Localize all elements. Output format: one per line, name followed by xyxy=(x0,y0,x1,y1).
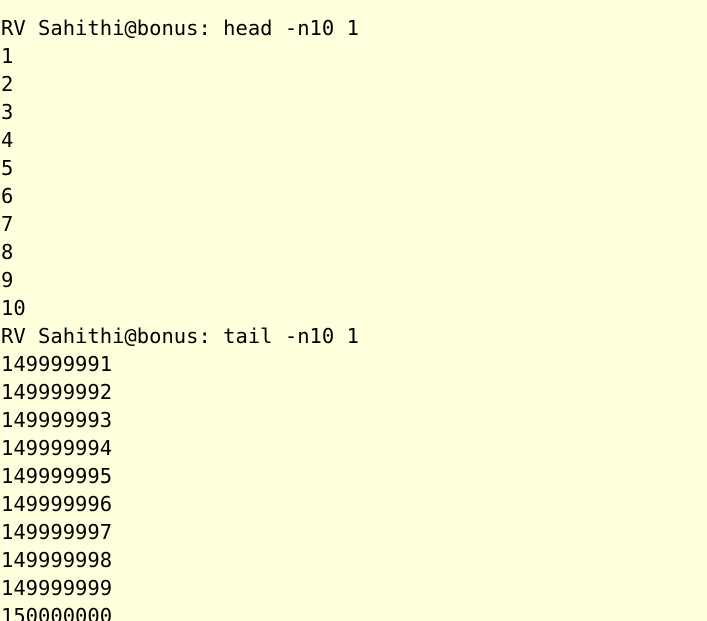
terminal-prompt-command: RV Sahithi@bonus: tail -n10 1 xyxy=(1,324,359,348)
terminal-output-line: 5 xyxy=(1,156,14,180)
terminal-output-line: 150000000 xyxy=(1,604,113,621)
terminal-output-line: 4 xyxy=(1,128,14,152)
terminal-output-line: 3 xyxy=(1,100,14,124)
terminal-output-line: 7 xyxy=(1,212,14,236)
terminal-output-line: 149999991 xyxy=(1,352,113,376)
terminal-output: RV Sahithi@bonus: head -n10 1 1 2 3 4 5 … xyxy=(1,0,359,621)
terminal-output-line: 149999996 xyxy=(1,492,113,516)
terminal-output-line: 149999994 xyxy=(1,436,113,460)
terminal-window[interactable]: RV Sahithi@bonus: head -n10 1 1 2 3 4 5 … xyxy=(0,0,707,621)
terminal-output-line: 2 xyxy=(1,72,14,96)
terminal-output-line: 6 xyxy=(1,184,14,208)
terminal-output-line: 8 xyxy=(1,240,14,264)
terminal-output-line: 9 xyxy=(1,268,14,292)
terminal-output-line: 149999997 xyxy=(1,520,113,544)
terminal-output-line: 149999992 xyxy=(1,380,113,404)
terminal-output-line: 10 xyxy=(1,296,26,320)
terminal-line-partial xyxy=(1,0,359,14)
terminal-prompt-command: RV Sahithi@bonus: head -n10 1 xyxy=(1,16,359,40)
terminal-output-line: 149999993 xyxy=(1,408,113,432)
terminal-output-line: 149999998 xyxy=(1,548,113,572)
terminal-output-line: 149999999 xyxy=(1,576,113,600)
terminal-output-line: 1 xyxy=(1,44,14,68)
terminal-output-line: 149999995 xyxy=(1,464,113,488)
